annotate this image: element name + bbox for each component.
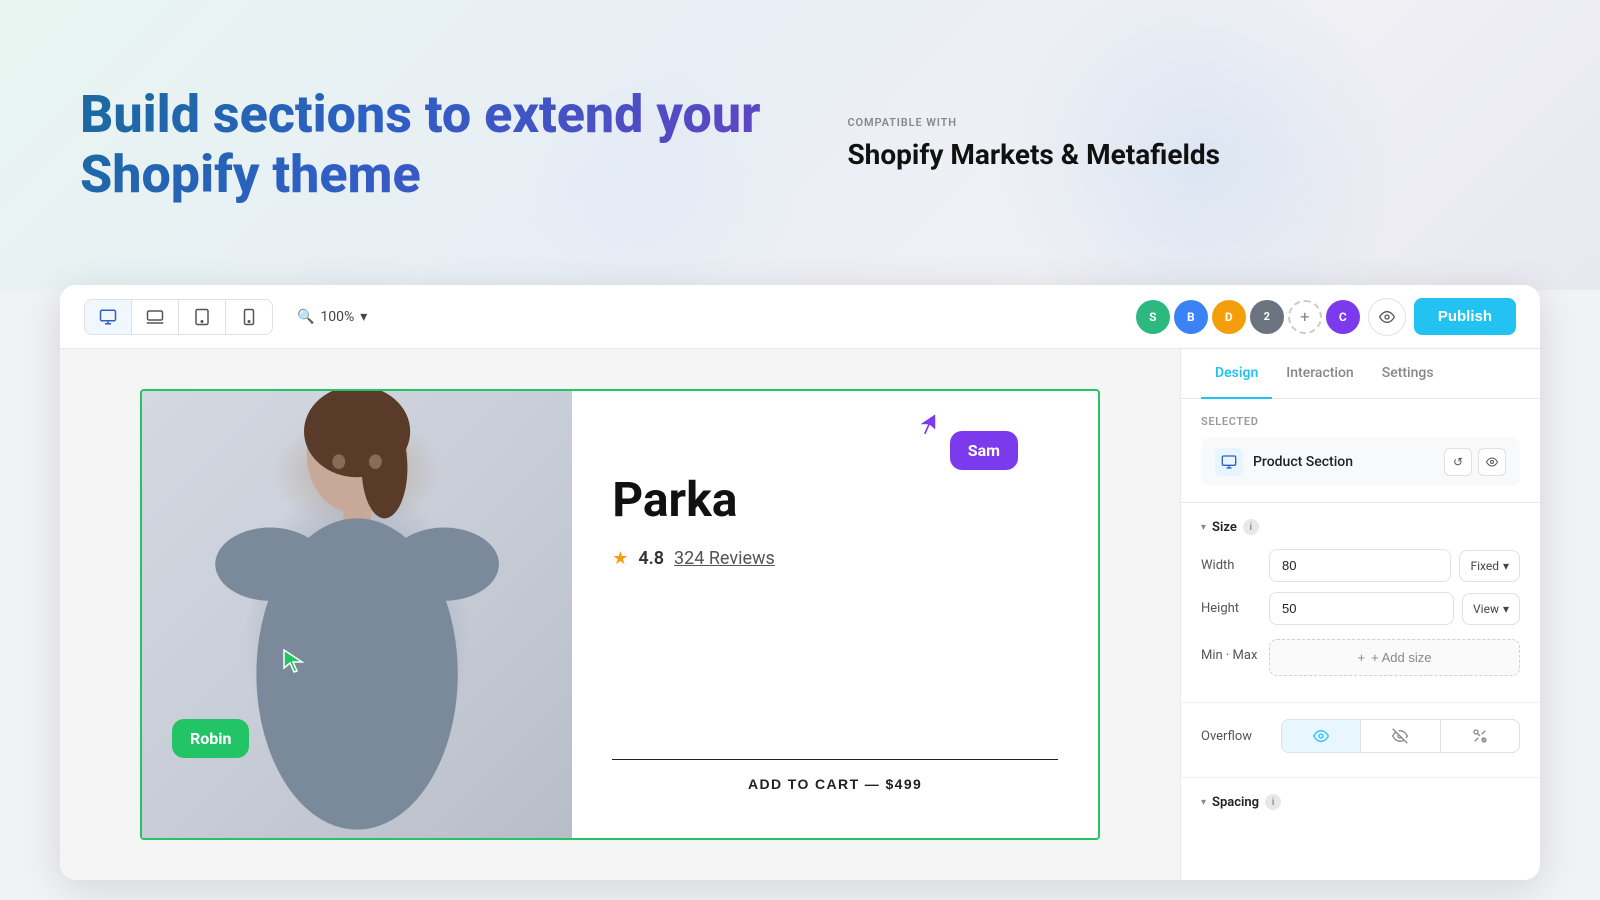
width-input[interactable]: [1270, 550, 1451, 581]
avatar-s[interactable]: S: [1136, 300, 1170, 334]
selected-item-icon: [1215, 448, 1243, 476]
overflow-visible-btn[interactable]: [1282, 720, 1361, 752]
product-image: [142, 391, 572, 838]
robin-badge: Robin: [172, 719, 249, 758]
undo-btn[interactable]: ↺: [1444, 448, 1472, 476]
editor-container: 🔍 100% S B D 2 + C Publish: [60, 285, 1540, 880]
selected-item: Product Section ↺: [1201, 438, 1520, 486]
spacing-chevron-icon: ▾: [1201, 797, 1206, 808]
min-max-label: Min · Max: [1201, 648, 1261, 663]
height-mode-chevron-icon: [1503, 602, 1509, 616]
spacing-section-title: Spacing: [1212, 795, 1259, 810]
sam-badge: Sam: [950, 431, 1018, 470]
search-icon: 🔍: [297, 309, 314, 325]
sam-label: Sam: [968, 441, 1000, 460]
hero-content: Build sections to extend your Shopify th…: [0, 0, 1600, 290]
hero-text-block: Build sections to extend your Shopify th…: [80, 85, 847, 205]
device-buttons: [84, 299, 273, 335]
size-section: ▾ Size i Width PX Fixed Height: [1181, 503, 1540, 703]
overflow-options: [1281, 719, 1520, 753]
overflow-section: Overflow: [1181, 703, 1540, 778]
robin-label: Robin: [190, 729, 231, 748]
product-info-side: Sam Parka ★ 4.8 324 Reviews ADD TO CART …: [572, 391, 1098, 838]
height-mode-dropdown[interactable]: View: [1462, 593, 1520, 625]
add-size-label: + Add size: [1371, 650, 1431, 665]
compatible-label: COMPATIBLE WITH: [847, 116, 1220, 129]
overflow-row: Overflow: [1201, 719, 1520, 753]
overflow-label: Overflow: [1201, 729, 1281, 744]
spacing-section-header[interactable]: ▾ Spacing i: [1201, 794, 1520, 810]
visibility-toggle-btn[interactable]: [1478, 448, 1506, 476]
add-collaborator-btn[interactable]: +: [1288, 300, 1322, 334]
tab-interaction[interactable]: Interaction: [1272, 349, 1367, 399]
selected-label: Selected: [1201, 415, 1520, 428]
publish-button[interactable]: Publish: [1414, 298, 1516, 335]
toolbar-right: S B D 2 + C Publish: [1136, 298, 1516, 336]
mobile-device-btn[interactable]: [226, 300, 272, 334]
tab-settings[interactable]: Settings: [1368, 349, 1448, 399]
zoom-control[interactable]: 🔍 100%: [297, 309, 367, 325]
desktop-device-btn[interactable]: [85, 300, 132, 334]
sam-cursor: [916, 411, 938, 441]
compatible-value: Shopify Markets & Metafields: [847, 137, 1220, 173]
overflow-clip-btn[interactable]: [1441, 720, 1519, 752]
product-name: Parka: [612, 471, 1058, 528]
robin-cursor: [282, 648, 304, 678]
size-section-header[interactable]: ▾ Size i: [1201, 519, 1520, 535]
avatar-group: S B D 2 + C: [1136, 300, 1360, 334]
review-count: 324 Reviews: [674, 548, 775, 569]
width-mode-value: Fixed: [1470, 559, 1499, 573]
preview-btn[interactable]: [1368, 298, 1406, 336]
hero-right-block: COMPATIBLE WITH Shopify Markets & Metafi…: [847, 116, 1520, 173]
zoom-value: 100%: [320, 309, 354, 325]
height-mode-value: View: [1473, 602, 1499, 616]
avatar-d[interactable]: D: [1212, 300, 1246, 334]
laptop-device-btn[interactable]: [132, 300, 179, 334]
size-info-icon[interactable]: i: [1243, 519, 1259, 535]
tab-design[interactable]: Design: [1201, 349, 1272, 399]
star-icon: ★: [612, 548, 628, 569]
min-max-row: Min · Max + + Add size: [1201, 635, 1520, 676]
add-to-cart-button[interactable]: ADD TO CART — $499: [612, 759, 1058, 808]
size-chevron-icon: ▾: [1201, 522, 1206, 533]
toolbar: 🔍 100% S B D 2 + C Publish: [60, 285, 1540, 349]
height-label: Height: [1201, 601, 1261, 616]
overflow-hidden-btn[interactable]: [1361, 720, 1440, 752]
right-panel: Design Interaction Settings Selected Pro…: [1180, 349, 1540, 880]
tablet-device-btn[interactable]: [179, 300, 226, 334]
width-row: Width PX Fixed: [1201, 549, 1520, 582]
avatar-b[interactable]: B: [1174, 300, 1208, 334]
width-mode-chevron-icon: [1503, 559, 1509, 573]
height-row: Height VH View: [1201, 592, 1520, 625]
width-mode-dropdown[interactable]: Fixed: [1459, 550, 1520, 582]
height-input[interactable]: [1270, 593, 1454, 624]
product-rating: ★ 4.8 324 Reviews: [612, 548, 1058, 569]
rating-value: 4.8: [638, 548, 664, 569]
height-input-group: VH: [1269, 592, 1454, 625]
product-image-side: Robin: [142, 391, 572, 838]
zoom-chevron-icon: [360, 309, 367, 325]
selected-item-name: Product Section: [1253, 454, 1434, 470]
avatar-c[interactable]: C: [1326, 300, 1360, 334]
product-preview: Robin: [140, 389, 1100, 840]
add-size-btn[interactable]: + + Add size: [1269, 639, 1520, 676]
width-input-group: PX: [1269, 549, 1451, 582]
spacing-section: ▾ Spacing i: [1181, 778, 1540, 840]
panel-tabs: Design Interaction Settings: [1181, 349, 1540, 399]
selected-actions: ↺: [1444, 448, 1506, 476]
size-section-title: Size: [1212, 520, 1237, 535]
spacing-info-icon[interactable]: i: [1265, 794, 1281, 810]
width-label: Width: [1201, 558, 1261, 573]
selected-section: Selected Product Section ↺: [1181, 399, 1540, 503]
hero-title: Build sections to extend your Shopify th…: [80, 85, 780, 205]
add-size-plus-icon: +: [1358, 650, 1366, 665]
canvas-area[interactable]: Robin: [60, 349, 1180, 880]
avatar-count[interactable]: 2: [1250, 300, 1284, 334]
